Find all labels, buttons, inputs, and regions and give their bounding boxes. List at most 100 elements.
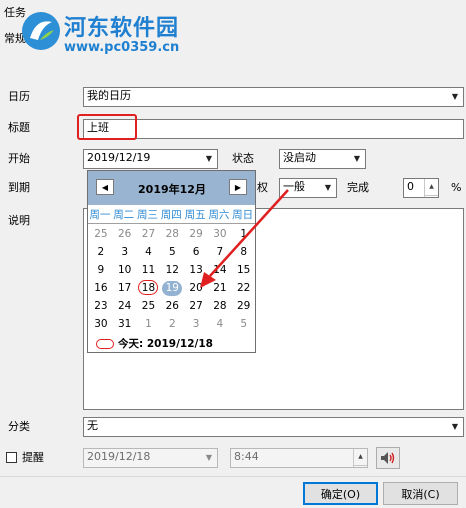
calendar-day[interactable]: 10 <box>113 261 137 279</box>
sound-button[interactable] <box>376 447 400 469</box>
weekday-label: 周一 <box>89 209 111 221</box>
calendar-day[interactable]: 5 <box>160 243 184 261</box>
weekday-label: 周六 <box>208 209 230 221</box>
calendar-day[interactable]: 22 <box>232 279 256 297</box>
title-annotation-box <box>77 114 137 140</box>
calendar-day[interactable]: 11 <box>137 261 161 279</box>
chevron-down-icon: ▼ <box>349 150 365 168</box>
calendar-day[interactable]: 24 <box>113 297 137 315</box>
status-label: 状态 <box>232 152 254 165</box>
complete-label: 完成 <box>347 181 369 194</box>
weekday-label: 周四 <box>160 209 182 221</box>
cancel-button[interactable]: 取消(C) <box>383 482 458 505</box>
calendar-week-row: 16 17 18 19 20 21 22 <box>89 279 256 297</box>
calendar-day[interactable]: 4 <box>137 243 161 261</box>
calendar-day[interactable]: 17 <box>113 279 137 297</box>
calendar-day[interactable]: 13 <box>184 261 208 279</box>
weekday-header: 周一 周二 周三 周四 周五 周六 周日 <box>88 207 255 224</box>
calendar-day[interactable]: 25 <box>137 297 161 315</box>
title-input[interactable]: 上班 <box>83 119 464 139</box>
complete-spinner[interactable]: 0 ▲▼ <box>403 178 439 198</box>
calendar-day[interactable]: 26 <box>160 297 184 315</box>
calendar-day[interactable]: 9 <box>89 261 113 279</box>
category-select[interactable]: 无 ▼ <box>83 417 464 437</box>
reminder-date-picker[interactable]: 2019/12/18 ▼ <box>83 448 218 468</box>
start-date-value: 2019/12/19 <box>87 151 151 164</box>
calendar-day[interactable]: 1 <box>137 315 161 333</box>
calendar-week-row: 9 10 11 12 13 14 15 <box>89 261 256 279</box>
calendar-day[interactable]: 28 <box>208 297 232 315</box>
title-label: 标题 <box>8 121 30 134</box>
due-label: 到期 <box>8 181 30 194</box>
calendar-day[interactable]: 27 <box>184 297 208 315</box>
next-month-button[interactable]: ▶ <box>229 179 247 195</box>
prev-month-button[interactable]: ◀ <box>96 179 114 195</box>
calendar-day[interactable]: 29 <box>232 297 256 315</box>
calendar-day[interactable]: 28 <box>160 225 184 243</box>
calendar-day[interactable]: 6 <box>184 243 208 261</box>
calendar-header: ◀ 2019年12月 ▶ <box>88 171 255 205</box>
reminder-label: 提醒 <box>22 451 44 464</box>
calendar-day[interactable]: 30 <box>208 225 232 243</box>
calendar-day[interactable]: 5 <box>232 315 256 333</box>
start-date-picker[interactable]: 2019/12/19 ▼ <box>83 149 218 169</box>
date-picker-popup[interactable]: ◀ 2019年12月 ▶ 周一 周二 周三 周四 周五 周六 周日 25 26 27… <box>87 170 256 353</box>
today-annotation-circle <box>96 338 114 349</box>
spinner-arrows-icon[interactable]: ▲▼ <box>424 179 438 197</box>
calendar-day[interactable]: 16 <box>89 279 113 297</box>
chevron-down-icon[interactable]: ▼ <box>201 150 217 168</box>
calendar-select[interactable]: 我的日历 ▼ <box>83 87 464 107</box>
reminder-time-value: 8:44 <box>234 450 259 463</box>
chevron-down-icon: ▼ <box>447 88 463 106</box>
calendar-day[interactable]: 1 <box>232 225 256 243</box>
calendar-month-title: 2019年12月 <box>138 183 206 196</box>
today-text: 今天: 2019/12/18 <box>118 338 213 350</box>
priority-select[interactable]: 一般 ▼ <box>279 178 337 198</box>
watermark-logo-icon <box>22 12 60 50</box>
calendar-day[interactable]: 12 <box>160 261 184 279</box>
calendar-day[interactable]: 25 <box>89 225 113 243</box>
reminder-time-spinner[interactable]: 8:44 ▲▼ <box>230 448 368 468</box>
calendar-day[interactable]: 19 <box>160 279 184 297</box>
calendar-week-row: 30 31 1 2 3 4 5 <box>89 315 256 333</box>
status-select-value: 没启动 <box>283 151 316 164</box>
calendar-day[interactable]: 29 <box>184 225 208 243</box>
priority-select-value: 一般 <box>283 180 305 193</box>
calendar-day[interactable]: 27 <box>137 225 161 243</box>
calendar-day[interactable]: 20 <box>184 279 208 297</box>
calendar-day[interactable]: 15 <box>232 261 256 279</box>
calendar-day[interactable]: 2 <box>160 315 184 333</box>
calendar-day[interactable]: 31 <box>113 315 137 333</box>
calendar-day[interactable]: 14 <box>208 261 232 279</box>
reminder-checkbox[interactable] <box>6 452 17 463</box>
calendar-day[interactable]: 8 <box>232 243 256 261</box>
weekday-label: 周二 <box>113 209 135 221</box>
spinner-arrows-icon: ▲▼ <box>353 449 367 467</box>
percent-sign: % <box>451 181 462 194</box>
calendar-day[interactable]: 30 <box>89 315 113 333</box>
chevron-down-icon: ▼ <box>447 418 463 436</box>
calendar-week-row: 2345678 <box>89 243 256 261</box>
weekday-label: 周五 <box>184 209 206 221</box>
calendar-day[interactable]: 26 <box>113 225 137 243</box>
calendar-week-row: 25 26 27 28 29 30 1 <box>89 225 256 243</box>
today-link[interactable]: 今天: 2019/12/18 <box>96 336 213 351</box>
category-label: 分类 <box>8 420 30 433</box>
weekday-label: 周三 <box>136 209 158 221</box>
calendar-day[interactable]: 2 <box>89 243 113 261</box>
calendar-day[interactable]: 21 <box>208 279 232 297</box>
reminder-date-value: 2019/12/18 <box>87 450 151 463</box>
calendar-day[interactable]: 7 <box>208 243 232 261</box>
category-select-value: 无 <box>87 419 98 432</box>
chevron-down-icon: ▼ <box>320 179 336 197</box>
calendar-day[interactable]: 3 <box>184 315 208 333</box>
calendar-day[interactable]: 23 <box>89 297 113 315</box>
ok-button[interactable]: 确定(O) <box>303 482 378 505</box>
calendar-day[interactable]: 3 <box>113 243 137 261</box>
note-label: 说明 <box>8 214 30 227</box>
calendar-day[interactable]: 18 <box>137 279 161 297</box>
calendar-day[interactable]: 4 <box>208 315 232 333</box>
status-select[interactable]: 没启动 ▼ <box>279 149 366 169</box>
speaker-icon <box>381 452 395 464</box>
watermark-url: www.pc0359.cn <box>64 40 180 55</box>
